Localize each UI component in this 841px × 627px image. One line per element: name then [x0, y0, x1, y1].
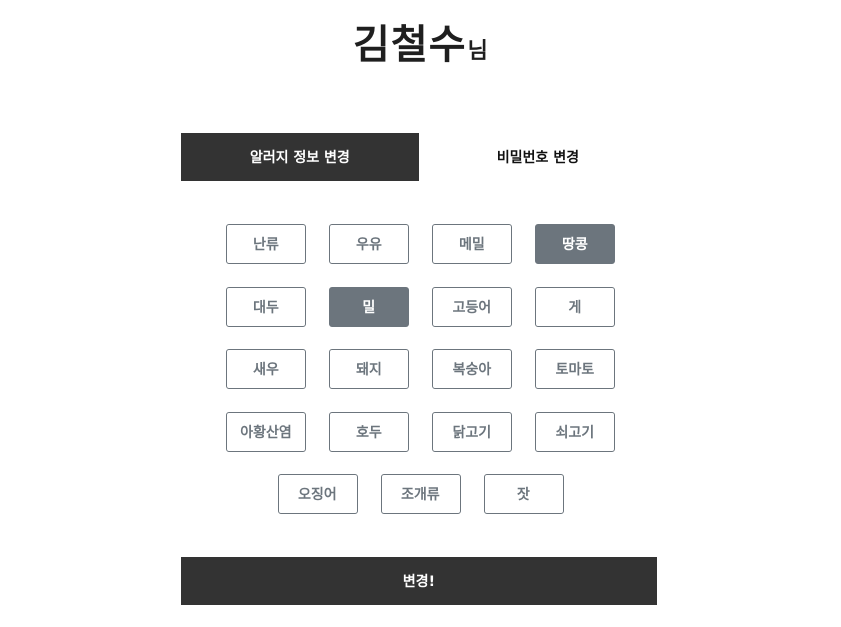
tab-bar: 알러지 정보 변경 비밀번호 변경: [181, 133, 657, 181]
allergy-option[interactable]: 고등어: [432, 287, 512, 327]
allergy-row: 난류 우유 메밀 땅콩: [0, 224, 841, 264]
tab-password[interactable]: 비밀번호 변경: [419, 133, 657, 181]
allergy-option[interactable]: 아황산염: [226, 412, 306, 452]
allergy-option-label: 잣: [517, 487, 530, 503]
allergy-option[interactable]: 닭고기: [432, 412, 512, 452]
allergy-row: 아황산염 호두 닭고기 쇠고기: [0, 412, 841, 452]
allergy-option-label: 밀: [362, 300, 376, 316]
allergy-option-label: 돼지: [356, 362, 382, 378]
allergy-option-label: 고등어: [452, 300, 492, 316]
allergy-option-label: 메밀: [459, 237, 485, 253]
allergy-option[interactable]: 복숭아: [432, 349, 512, 389]
allergy-option-label: 아황산염: [240, 425, 292, 441]
allergy-option-label: 대두: [253, 300, 279, 316]
allergy-option-label: 땅콩: [562, 237, 588, 253]
allergy-option[interactable]: 게: [535, 287, 615, 327]
allergy-option-label: 복숭아: [452, 362, 492, 378]
allergy-option[interactable]: 새우: [226, 349, 306, 389]
honorific-suffix: 님: [467, 39, 488, 64]
allergy-option[interactable]: 잣: [483, 474, 564, 514]
allergy-option[interactable]: 밀: [329, 287, 409, 327]
submit-button[interactable]: 변경!: [181, 557, 657, 605]
allergy-option[interactable]: 조개류: [380, 474, 461, 514]
allergy-option[interactable]: 땅콩: [535, 224, 615, 264]
tab-allergy-info-label: 알러지 정보 변경: [250, 150, 350, 166]
allergy-row: 대두 밀 고등어 게: [0, 287, 841, 327]
allergy-option-label: 조개류: [401, 487, 440, 503]
allergy-option-label: 닭고기: [452, 425, 492, 441]
allergy-option-label: 쇠고기: [555, 425, 595, 441]
allergy-option-label: 오징어: [298, 487, 337, 503]
allergy-option[interactable]: 호두: [329, 412, 409, 452]
allergy-option-label: 호두: [356, 425, 382, 441]
allergy-row: 새우 돼지 복숭아 토마토: [0, 349, 841, 389]
allergy-option[interactable]: 대두: [226, 287, 306, 327]
allergy-option-label: 새우: [253, 362, 279, 378]
allergy-option-label: 난류: [253, 237, 279, 253]
tab-allergy-info[interactable]: 알러지 정보 변경: [181, 133, 419, 181]
allergy-option[interactable]: 쇠고기: [535, 412, 615, 452]
allergy-option[interactable]: 토마토: [535, 349, 615, 389]
submit-button-label: 변경!: [402, 574, 436, 590]
page: 김철수님 알러지 정보 변경 비밀번호 변경 난류 우유 메밀 땅콩 대두 밀 …: [0, 0, 841, 627]
allergy-option[interactable]: 메밀: [432, 224, 512, 264]
allergy-option-label: 게: [568, 300, 582, 316]
page-title: 김철수님: [0, 12, 841, 70]
user-name: 김철수: [353, 22, 467, 68]
allergy-option[interactable]: 우유: [329, 224, 409, 264]
allergy-option[interactable]: 난류: [226, 224, 306, 264]
tab-password-label: 비밀번호 변경: [496, 150, 580, 166]
allergy-row: 오징어 조개류 잣: [0, 474, 841, 514]
allergy-option[interactable]: 오징어: [277, 474, 358, 514]
allergy-option-label: 토마토: [555, 362, 595, 378]
allergy-option-label: 우유: [356, 237, 382, 253]
allergy-option[interactable]: 돼지: [329, 349, 409, 389]
